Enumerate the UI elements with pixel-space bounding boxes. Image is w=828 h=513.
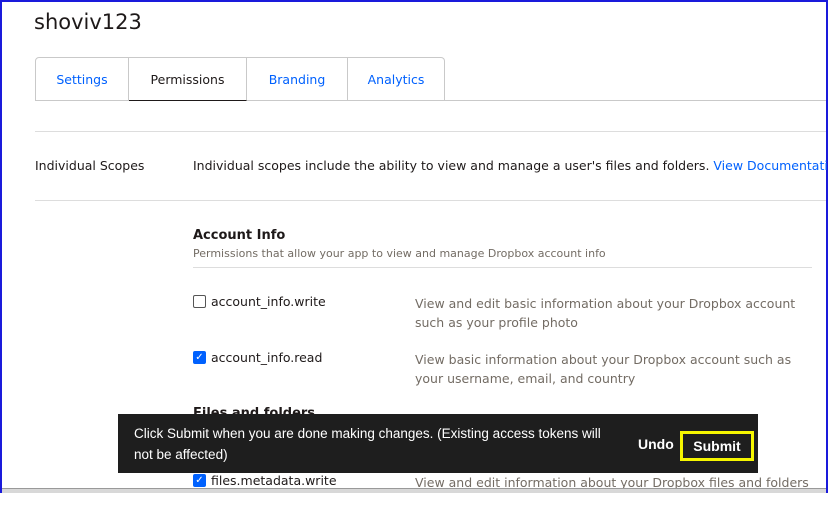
page-title: shoviv123 [34, 10, 142, 34]
scope-description: View and edit basic information about yo… [415, 296, 796, 330]
tab-analytics[interactable]: Analytics [348, 57, 445, 101]
submit-button[interactable]: Submit [680, 431, 754, 461]
toast-message: Click Submit when you are done making ch… [134, 426, 601, 462]
undo-button[interactable]: Undo [638, 436, 674, 452]
scope-checkbox[interactable] [193, 295, 206, 308]
scope-name: files.metadata.write [211, 473, 337, 488]
scope-row: ✓ files.metadata.write View and edit inf… [193, 473, 812, 513]
divider [193, 267, 812, 268]
divider [445, 100, 826, 101]
scope-checkbox[interactable]: ✓ [193, 474, 206, 487]
tab-permissions[interactable]: Permissions [129, 57, 247, 101]
view-documentation-link[interactable]: View Documentation [713, 158, 828, 173]
changes-toast: Click Submit when you are done making ch… [118, 414, 758, 473]
scope-description: View basic information about your Dropbo… [415, 352, 792, 386]
individual-scopes-description: Individual scopes include the ability to… [193, 158, 828, 173]
scope-checkbox[interactable]: ✓ [193, 351, 206, 364]
tab-settings[interactable]: Settings [35, 57, 129, 101]
divider [35, 200, 826, 201]
scope-name: account_info.write [211, 294, 326, 309]
section-title: Account Info [193, 228, 286, 243]
scope-name: account_info.read [211, 350, 323, 365]
horizontal-scrollbar[interactable] [2, 488, 826, 493]
section-subtitle: Permissions that allow your app to view … [193, 247, 606, 260]
scope-row: account_info.write View and edit basic i… [193, 294, 812, 334]
scope-row: ✓ account_info.read View basic informati… [193, 350, 812, 390]
individual-scopes-label: Individual Scopes [35, 158, 145, 173]
divider [35, 131, 826, 132]
tab-branding[interactable]: Branding [247, 57, 348, 101]
tab-bar: Settings Permissions Branding Analytics [35, 57, 445, 101]
description-text: Individual scopes include the ability to… [193, 158, 710, 173]
